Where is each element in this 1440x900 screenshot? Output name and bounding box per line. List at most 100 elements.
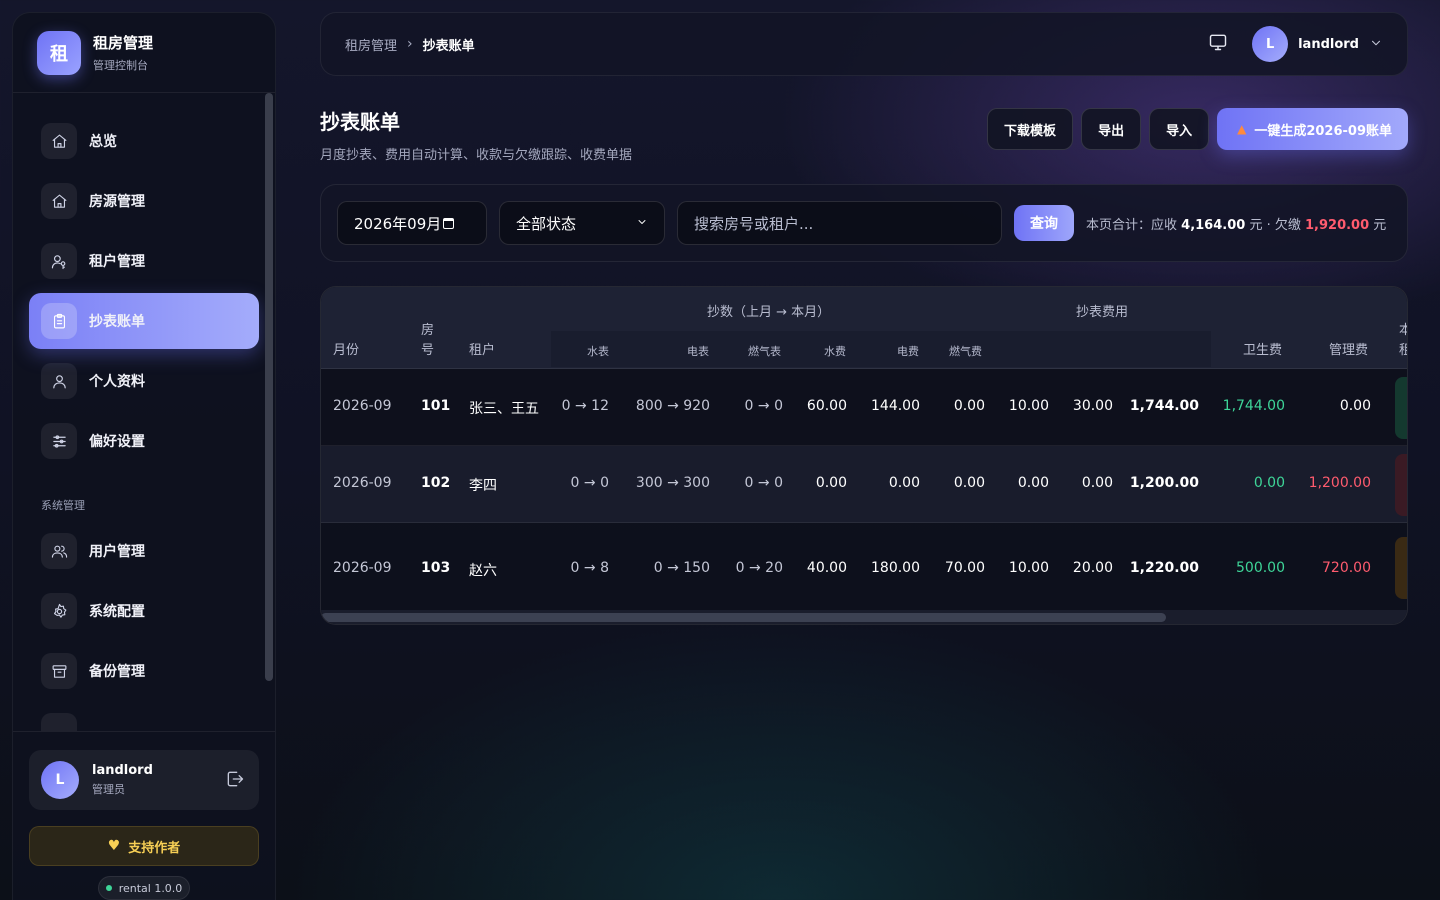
sidebar-user-role: 管理员 [92,783,125,796]
summary-receivable: 4,164.00 [1181,217,1246,233]
support-author-button[interactable]: ♥ 支持作者 [29,826,259,866]
header-management-fee: 管理费 [1329,343,1369,358]
table-row[interactable]: 2026-09 103 赵六 0 → 8 0 → 150 0 → 20 40.0… [321,523,1407,613]
status-badge[interactable] [1395,454,1407,516]
sidebar-item-profile[interactable]: 个人资料 [29,353,259,409]
sidebar-item-label: 租户管理 [89,254,145,270]
header-electric-fee: 电费 [897,345,919,358]
sidebar-item-preferences[interactable]: 偏好设置 [29,413,259,469]
summary-prefix: 本页合计：应收 [1086,217,1178,233]
cell-water-fee: 40.00 [806,560,847,576]
cell-sanitation-fee: 10.00 [1008,560,1049,576]
cell-management-fee: 20.00 [1072,560,1113,576]
cell-water-reading: 0 → 12 [561,398,609,414]
monitor-icon[interactable] [1208,32,1228,56]
cell-arrears: 720.00 [1322,560,1371,576]
cell-gas-reading: 0 → 0 [744,398,783,414]
brand-title: 租房管理 [93,34,154,52]
subheader-band [551,331,1211,367]
status-value: 全部状态 [516,214,577,233]
sidebar-item-label: 偏好设置 [89,434,145,450]
topbar: 租房管理 › 抄表账单 L landlord [320,12,1408,76]
cell-arrears: 0.00 [1339,398,1371,414]
cell-gas-fee: 70.00 [944,560,985,576]
page-header: 抄表账单 月度抄表、费用自动计算、收款与欠缴跟踪、收费单据 下载模板 导出 导入… [320,106,1408,166]
cell-total: 1,744.00 [1129,398,1199,414]
breadcrumb-root[interactable]: 租房管理 [345,35,397,54]
month-picker[interactable]: 2026年09月 [337,201,487,245]
cell-room: 102 [421,475,451,491]
partial-icon [41,713,77,731]
user-menu[interactable]: L landlord [1252,26,1383,62]
query-button[interactable]: 查询 [1014,205,1074,241]
sidebar-user-card[interactable]: L landlord 管理员 [29,750,259,810]
sidebar-scrollbar[interactable] [265,93,273,681]
header-gas-meter: 燃气表 [748,345,781,358]
cell-gas-reading: 0 → 20 [735,560,783,576]
cell-room: 103 [421,560,451,576]
import-button[interactable]: 导入 [1149,108,1210,150]
cell-tenant: 李四 [469,478,497,494]
sidebar-item-backup[interactable]: 备份管理 [29,643,259,699]
sidebar-item-properties[interactable]: 房源管理 [29,173,259,229]
cell-water-reading: 0 → 8 [570,560,609,576]
status-dot-icon [105,885,112,891]
table-scrollbar[interactable] [321,610,1407,624]
avatar: L [41,761,79,799]
generate-bills-button[interactable]: ▲ 一键生成2026-09账单 [1217,108,1408,150]
search-input[interactable]: 搜索房号或租户... [677,201,1002,245]
sidebar-item-system-config[interactable]: 系统配置 [29,583,259,639]
archive-icon [41,653,77,689]
heart-icon: ♥ [107,838,121,854]
cell-month: 2026-09 [333,560,392,576]
sidebar-item-overview[interactable]: 总览 [29,113,259,169]
user-icon [41,363,77,399]
cell-water-fee: 60.00 [806,398,847,414]
cell-gas-reading: 0 → 0 [744,475,783,491]
status-badge[interactable] [1395,537,1407,599]
brand-logo: 租 [37,30,81,75]
cell-arrears: 1,200.00 [1308,475,1371,491]
sidebar-item-tenants[interactable]: 租户管理 [29,233,259,289]
cell-month: 2026-09 [333,475,392,491]
cell-paid: 1,744.00 [1222,398,1285,414]
version-label: rental 1.0.0 [118,881,183,895]
search-placeholder: 搜索房号或租户... [694,214,814,233]
sidebar-user-name: landlord [92,763,153,778]
table-row[interactable]: 2026-09 101 张三、王五 0 → 12 800 → 920 0 → 0… [321,369,1407,446]
cell-electric-fee: 144.00 [871,398,920,414]
cell-water-fee: 0.00 [815,475,847,491]
cell-total: 1,220.00 [1129,560,1199,576]
page-summary: 本页合计：应收 4,164.00 元 · 欠缴 1,920.00 元 [1086,214,1386,233]
sidebar-item-label: 抄表账单 [89,314,145,330]
header-sanitation-fee: 卫生费 [1243,343,1283,358]
cell-water-reading: 0 → 0 [570,475,609,491]
status-select[interactable]: 全部状态 [499,201,665,245]
header-month: 月份 [333,343,360,358]
brand: 租 租房管理 管理控制台 [13,13,275,93]
sidebar-item-label: 系统配置 [89,604,145,620]
nav-section-system: 系统管理 [41,499,85,512]
cell-month: 2026-09 [333,398,392,414]
summary-suffix: 元 [1373,217,1387,233]
header-water-meter: 水表 [587,345,609,358]
table-scrollbar-thumb[interactable] [321,613,1166,622]
clipboard-icon [41,303,77,339]
cell-electric-fee: 0.00 [888,475,920,491]
breadcrumb-chevron-icon: › [407,36,413,52]
sidebar-item-partial[interactable] [29,703,259,731]
sidebar-item-users[interactable]: 用户管理 [29,523,259,579]
logout-icon[interactable] [225,769,247,791]
user-key-icon [41,243,77,279]
summary-arrears: 1,920.00 [1305,217,1370,233]
download-template-button[interactable]: 下载模板 [987,108,1074,150]
table-row[interactable]: 2026-09 102 李四 0 → 0 300 → 300 0 → 0 0.0… [321,446,1407,523]
sidebar-item-meter-bills[interactable]: 抄表账单 [29,293,259,349]
sidebar-nav: 总览 房源管理 租户管理 抄表账单 个人资料 偏好设置 系统管理 用户管理 系统… [13,93,275,731]
status-badge[interactable] [1395,377,1407,439]
chevron-down-icon [636,214,648,232]
header-fees-group: 抄表费用 [1076,305,1129,320]
export-button[interactable]: 导出 [1081,108,1142,150]
fire-icon: ▲ [1237,122,1247,136]
header-room-line1: 房 [421,323,435,338]
